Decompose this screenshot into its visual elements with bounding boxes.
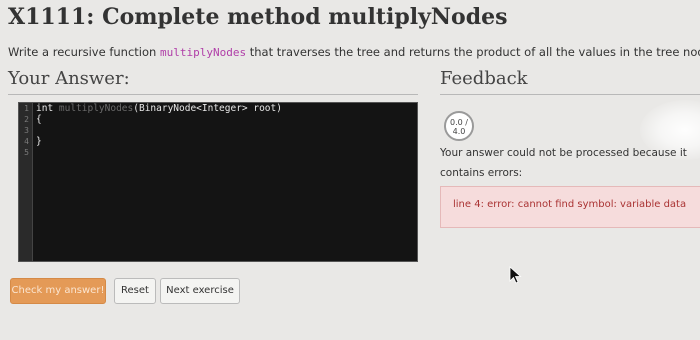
error-message-box: line 4: error: cannot find symbol: varia…: [440, 186, 700, 228]
score-badge: 0.0 / 4.0: [444, 111, 474, 141]
line-number: 5: [24, 148, 29, 157]
code-token: int: [36, 103, 59, 114]
description-text-after: that traverses the tree and returns the …: [246, 45, 700, 59]
score-value: 0.0 /: [450, 118, 468, 127]
exercise-page: X1111: Complete method multiplyNodes Wri…: [0, 0, 700, 340]
code-line[interactable]: [36, 147, 417, 158]
page-title: X1111: Complete method multiplyNodes: [8, 4, 508, 30]
code-token: {: [36, 114, 42, 125]
editor-code[interactable]: int multiplyNodes(BinaryNode<Integer> ro…: [36, 103, 417, 158]
code-line[interactable]: }: [36, 136, 417, 147]
mouse-cursor-icon: [509, 266, 522, 284]
description-code-name: multiplyNodes: [159, 46, 247, 59]
line-number: 2: [24, 115, 29, 124]
line-number: 3: [24, 126, 29, 135]
code-editor[interactable]: 1 2 3 4 5 int multiplyNodes(BinaryNode<I…: [18, 102, 418, 262]
feedback-message: Your answer could not be processed becau…: [440, 147, 687, 179]
code-line[interactable]: [36, 125, 417, 136]
answer-divider: [8, 94, 418, 95]
code-line[interactable]: int multiplyNodes(BinaryNode<Integer> ro…: [36, 103, 417, 114]
code-token-function-name: multiplyNodes: [58, 103, 134, 114]
exercise-description: Write a recursive function multiplyNodes…: [8, 45, 700, 59]
reset-button[interactable]: Reset: [114, 278, 156, 304]
line-number: 1: [24, 104, 29, 113]
feedback-heading: Feedback: [440, 68, 528, 89]
description-text-before: Write a recursive function: [8, 45, 160, 59]
code-line[interactable]: {: [36, 114, 417, 125]
next-exercise-button[interactable]: Next exercise: [160, 278, 240, 304]
check-answer-button[interactable]: Check my answer!: [10, 278, 106, 304]
editor-gutter: 1 2 3 4 5: [19, 103, 33, 261]
code-token: }: [36, 136, 42, 147]
feedback-divider: [440, 94, 700, 95]
line-number: 4: [24, 137, 29, 146]
answer-heading: Your Answer:: [8, 68, 130, 89]
code-token: (BinaryNode<Integer> root): [133, 103, 282, 114]
score-max: 4.0: [452, 127, 466, 136]
error-message-text: line 4: error: cannot find symbol: varia…: [453, 199, 687, 210]
